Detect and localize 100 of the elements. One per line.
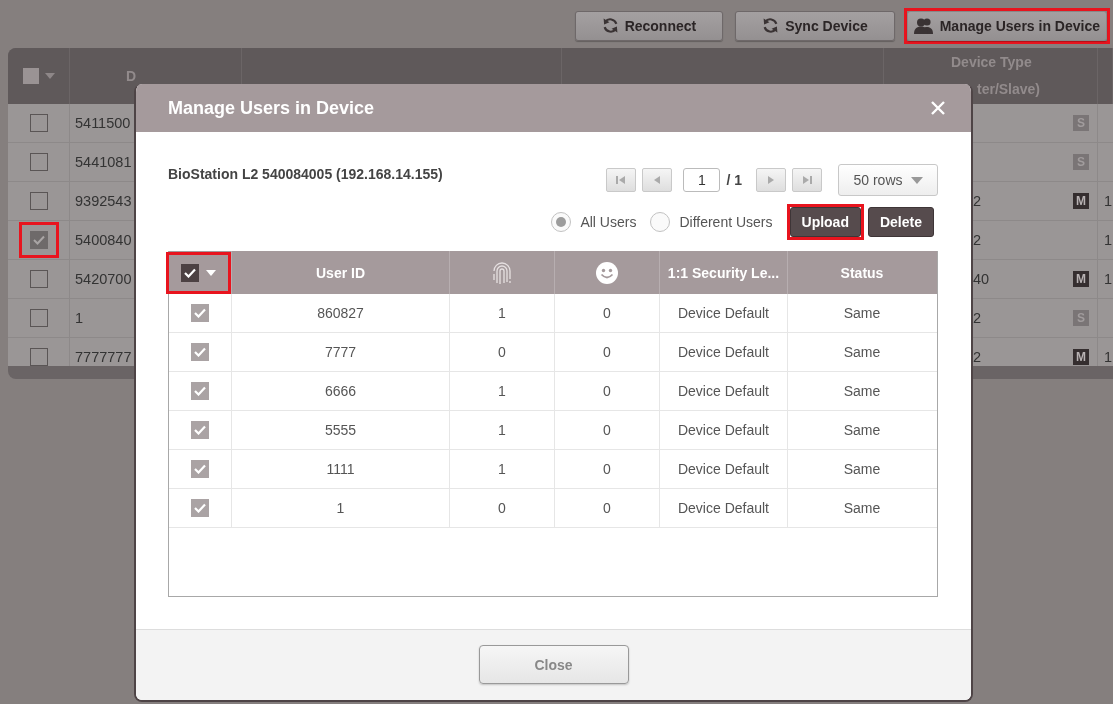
table-cell: 5555 [324, 422, 357, 438]
table-cell: 1 [336, 500, 345, 516]
type-badge: M [1073, 349, 1089, 365]
table-cell: 1 [498, 383, 506, 399]
rows-dropdown[interactable]: 50 rows [838, 164, 938, 196]
check-icon [194, 464, 206, 474]
column-header[interactable]: Status [840, 264, 884, 281]
check-icon [194, 503, 206, 513]
radio-button[interactable] [551, 212, 572, 232]
table-cell: 5400840 [75, 232, 132, 248]
checkbox[interactable] [29, 114, 48, 132]
check-icon [184, 267, 196, 278]
table-cell: Same [843, 305, 881, 321]
table-cell: Same [843, 344, 881, 360]
table-cell: Same [843, 383, 881, 399]
table-cell: 1 [498, 305, 506, 321]
type-badge: M [1073, 271, 1089, 287]
last-page-button[interactable] [792, 168, 822, 192]
checkbox[interactable] [29, 153, 48, 171]
radio-button[interactable] [650, 212, 671, 232]
checkbox[interactable] [29, 192, 48, 210]
checkbox[interactable] [191, 304, 209, 322]
first-page-icon [615, 175, 628, 185]
table-cell: 0 [603, 305, 611, 321]
table-cell: 2 [973, 193, 982, 209]
table-cell: 2 [973, 310, 982, 326]
check-icon [32, 235, 45, 245]
radio-option[interactable]: All Users [551, 212, 637, 232]
table-cell: Device Default [677, 344, 769, 360]
table-cell: 6666 [324, 383, 357, 399]
check-icon [194, 386, 206, 396]
table-cell: 1 [1104, 271, 1113, 287]
previous-page-button[interactable] [642, 168, 673, 192]
table-cell: 2 [973, 232, 982, 248]
users-icon [913, 17, 934, 34]
table-cell: 0 [603, 344, 611, 360]
table-cell: Device Default [677, 500, 769, 516]
checkbox[interactable] [191, 460, 209, 478]
check-icon [194, 425, 206, 435]
table-cell: 1 [498, 461, 506, 477]
checkbox[interactable] [29, 309, 48, 327]
table-cell: 1111 [326, 461, 355, 477]
table-cell: 1 [1104, 193, 1113, 209]
refresh-icon [762, 17, 780, 34]
radio-option[interactable]: Different Users [650, 212, 773, 232]
last-page-icon [801, 175, 813, 185]
column-header[interactable]: 1:1 Security Le... [667, 264, 780, 281]
table-cell: 1 [498, 422, 506, 438]
checkbox[interactable] [29, 231, 48, 249]
checkbox[interactable] [29, 270, 48, 288]
table-cell: 0 [603, 383, 611, 399]
table-cell: 0 [498, 500, 506, 516]
table-cell: Device Default [677, 461, 769, 477]
next-page-button[interactable] [756, 168, 786, 192]
table-cell: 9392543 [75, 193, 132, 209]
table-cell: 5420700 [75, 271, 132, 287]
table-cell: Device Default [677, 422, 769, 438]
table-cell: 1 [1104, 232, 1113, 248]
caret-icon[interactable] [206, 269, 216, 276]
checkbox[interactable] [191, 343, 209, 361]
checkbox[interactable] [191, 499, 209, 517]
toolbar-button[interactable]: Manage Users in Device [906, 10, 1107, 41]
toolbar-button[interactable]: Sync Device [735, 10, 895, 41]
table-cell: Same [843, 422, 881, 438]
checkbox[interactable] [181, 263, 199, 282]
table-cell: 0 [603, 500, 611, 516]
table-cell: 2 [973, 349, 982, 365]
table-cell: Same [843, 461, 881, 477]
column-header[interactable]: User ID [316, 264, 365, 281]
checkbox[interactable] [29, 348, 48, 366]
table-cell: 0 [498, 344, 506, 360]
first-page-button[interactable] [606, 168, 637, 192]
refresh-icon [601, 17, 619, 34]
close-button[interactable]: Close [478, 645, 629, 684]
table-cell: 0 [603, 422, 611, 438]
page-field[interactable]: 1 [683, 168, 721, 192]
table-cell: 0 [603, 461, 611, 477]
fingerprint-icon [491, 260, 513, 285]
table-cell: 7777777 [75, 349, 132, 365]
table-cell: Device Default [677, 305, 769, 321]
action-button[interactable]: Delete [867, 207, 934, 237]
close-icon[interactable] [931, 101, 945, 115]
type-badge: M [1073, 193, 1089, 209]
device-name: BioStation L2 540084005 (192.168.14.155) [168, 166, 443, 182]
checkbox[interactable] [22, 68, 39, 84]
face-icon [596, 261, 618, 284]
caret-icon [910, 176, 923, 184]
checkbox[interactable] [191, 421, 209, 439]
checkbox[interactable] [191, 382, 209, 400]
table-cell: 40 [973, 271, 990, 287]
table-cell: 5411500 [75, 115, 131, 131]
table-cell: 1 [1104, 349, 1113, 365]
page-total: / 1 [726, 172, 742, 188]
table-cell: 7777 [324, 344, 357, 360]
table-cell: 1 [75, 310, 84, 326]
action-button[interactable]: Upload [789, 207, 861, 237]
table-cell: Device Default [677, 383, 769, 399]
toolbar-button[interactable]: Reconnect [574, 10, 724, 41]
caret-icon[interactable] [44, 73, 55, 79]
check-icon [194, 347, 206, 357]
